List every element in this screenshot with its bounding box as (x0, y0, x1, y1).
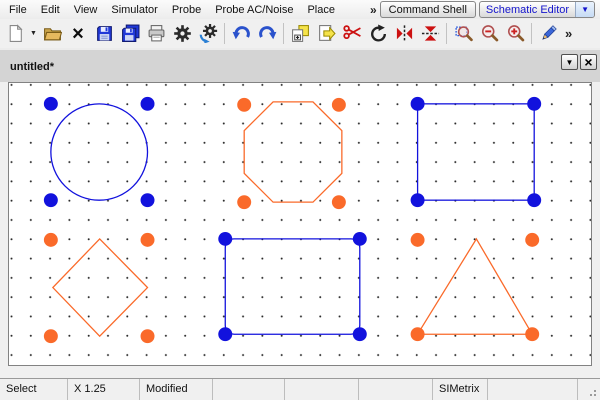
node-dot-blue[interactable] (44, 97, 58, 111)
open-folder-icon[interactable] (40, 22, 64, 46)
menu-view[interactable]: View (67, 2, 105, 18)
menu-file[interactable]: File (2, 2, 34, 18)
schematic-editor-window: File Edit View Simulator Probe Probe AC/… (0, 0, 600, 400)
node-dot-orange[interactable] (525, 327, 539, 341)
toolbar-separator (283, 23, 284, 44)
node-dot-blue[interactable] (353, 232, 367, 246)
close-document-icon[interactable]: × (66, 22, 90, 46)
status-empty (213, 379, 285, 400)
node-dot-blue[interactable] (353, 327, 367, 341)
new-document-icon[interactable] (3, 22, 27, 46)
toolbar-separator (531, 23, 532, 44)
menu-simulator[interactable]: Simulator (104, 2, 164, 18)
status-modified: Modified (140, 379, 213, 400)
zoom-in-icon[interactable] (503, 22, 527, 46)
settings-gear-icon[interactable] (170, 22, 194, 46)
node-dot-blue[interactable] (141, 97, 155, 111)
node-dot-orange[interactable] (411, 327, 425, 341)
node-dot-orange[interactable] (237, 195, 251, 209)
schematic-canvas[interactable] (8, 82, 592, 366)
node-dot-blue[interactable] (218, 327, 232, 341)
node-dot-blue[interactable] (527, 193, 541, 207)
node-dot-blue[interactable] (527, 97, 541, 111)
status-mode: Select (0, 379, 68, 400)
node-dot-orange[interactable] (141, 233, 155, 247)
node-dot-orange[interactable] (332, 195, 346, 209)
flip-vertical-icon[interactable] (418, 22, 442, 46)
status-empty (285, 379, 359, 400)
command-shell-button[interactable]: Command Shell (380, 1, 476, 18)
menu-edit[interactable]: Edit (34, 2, 67, 18)
shape-diamond[interactable] (53, 239, 148, 336)
schematic-editor-button[interactable]: Schematic Editor ▼ (479, 1, 595, 18)
rotate-icon[interactable] (366, 22, 390, 46)
zoom-area-icon[interactable] (451, 22, 475, 46)
schematic-editor-dropdown-icon[interactable]: ▼ (575, 2, 594, 17)
status-empty (488, 379, 578, 400)
shape-octagon[interactable] (244, 102, 342, 202)
command-shell-label: Command Shell (381, 4, 475, 16)
toolbar-separator (224, 23, 225, 44)
node-dot-orange[interactable] (237, 98, 251, 112)
tab-list-dropdown-button[interactable]: ▼ (561, 54, 578, 70)
toolbar: ▼ × (0, 19, 600, 48)
node-dot-orange[interactable] (411, 233, 425, 247)
node-dot-orange[interactable] (141, 329, 155, 343)
shape-circle[interactable] (51, 104, 148, 200)
schematic-editor-label: Schematic Editor (480, 4, 575, 16)
node-dot-orange[interactable] (44, 233, 58, 247)
status-zoom: X 1.25 (68, 379, 140, 400)
status-app-name: SIMetrix (433, 379, 488, 400)
status-empty (359, 379, 433, 400)
node-dot-blue[interactable] (411, 97, 425, 111)
print-icon[interactable] (144, 22, 168, 46)
document-tab-bar: untitled* ▼ × (0, 48, 600, 82)
menu-bar: File Edit View Simulator Probe Probe AC/… (0, 0, 600, 19)
new-document-dropdown-icon[interactable]: ▼ (29, 30, 38, 37)
document-tab-title[interactable]: untitled* (10, 61, 54, 73)
node-dot-orange[interactable] (332, 98, 346, 112)
save-icon[interactable] (92, 22, 116, 46)
toolbar-overflow-chevron-icon[interactable]: » (562, 26, 575, 41)
copy-to-clipboard-icon[interactable] (288, 22, 312, 46)
toolbar-separator (446, 23, 447, 44)
tab-close-button[interactable]: × (580, 54, 597, 70)
menu-overflow-chevron-icon[interactable]: » (367, 3, 380, 17)
node-dot-blue[interactable] (44, 193, 58, 207)
save-all-icon[interactable] (118, 22, 142, 46)
undo-icon[interactable] (229, 22, 253, 46)
schematic-shapes-layer (9, 83, 591, 365)
menu-place[interactable]: Place (300, 2, 342, 18)
shape-triangle[interactable] (418, 239, 533, 334)
status-bar: Select X 1.25 Modified SIMetrix (0, 378, 600, 400)
shape-square[interactable] (418, 104, 535, 200)
draw-pencil-icon[interactable] (536, 22, 560, 46)
tab-buttons: ▼ × (561, 54, 597, 70)
paste-icon[interactable] (314, 22, 338, 46)
cut-icon[interactable] (340, 22, 364, 46)
menu-probe[interactable]: Probe (165, 2, 208, 18)
node-dot-orange[interactable] (44, 329, 58, 343)
shape-rounded-rect[interactable] (225, 239, 360, 334)
canvas-area (0, 82, 600, 378)
resize-grip[interactable] (578, 379, 600, 400)
resize-grip-icon (587, 387, 597, 397)
zoom-out-icon[interactable] (477, 22, 501, 46)
run-gear-icon[interactable] (196, 22, 220, 46)
node-dot-blue[interactable] (141, 193, 155, 207)
menu-probe-ac-noise[interactable]: Probe AC/Noise (208, 2, 300, 18)
node-dot-blue[interactable] (218, 232, 232, 246)
node-dot-blue[interactable] (411, 193, 425, 207)
node-dot-orange[interactable] (525, 233, 539, 247)
redo-icon[interactable] (255, 22, 279, 46)
flip-horizontal-icon[interactable] (392, 22, 416, 46)
